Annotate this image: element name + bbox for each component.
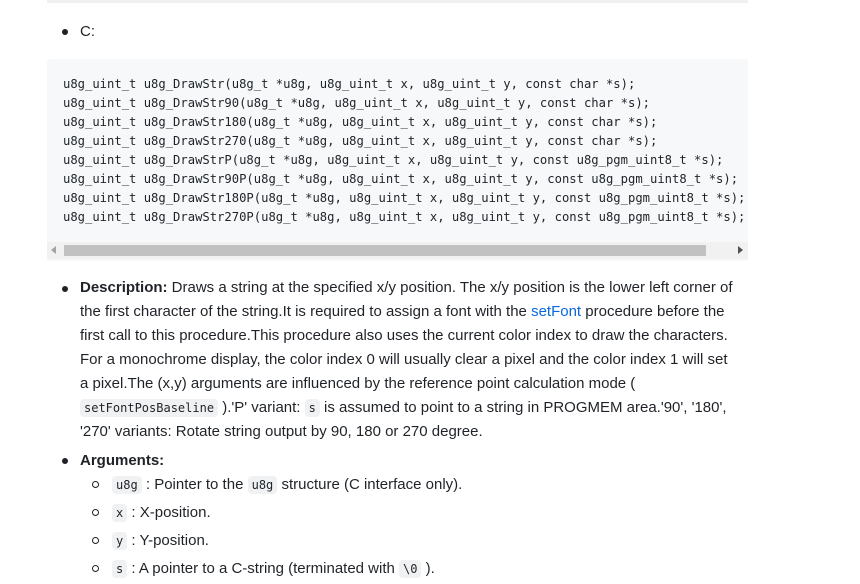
sub-bullet-circle [92,537,99,544]
inline-code: setFontPosBaseline [80,399,219,417]
bullet-dot [62,29,68,35]
arg-name-code: x [112,504,128,522]
scroll-right-arrow-icon[interactable] [738,246,743,254]
argument-item-u8g: u8g : Pointer to the u8g structure (C in… [112,474,462,496]
arg-name-code: u8g [112,476,142,494]
inline-code: s [304,399,320,417]
inline-code: u8g [247,476,278,494]
inline-code: \0 [399,560,422,578]
description-text: ).'P' variant: [218,399,305,416]
argument-item-x: x : X-position. [112,502,211,524]
arg-description: : A pointer to a C-string (terminated wi… [127,560,400,577]
section-divider [47,0,748,3]
arg-description: : Y-position. [127,532,209,549]
scroll-left-arrow-icon[interactable] [51,246,56,254]
arg-description: : Pointer to the [141,476,248,493]
sub-bullet-circle [92,509,99,516]
arg-description: structure (C interface only). [277,476,463,493]
description-label: Description: [80,279,168,296]
arg-description: ). [421,560,435,577]
code-line: u8g_uint_t u8g_DrawStr180P(u8g_t *u8g, u… [63,191,743,205]
scrollbar-thumb[interactable] [64,245,706,256]
code-line: u8g_uint_t u8g_DrawStr90P(u8g_t *u8g, u8… [63,172,739,186]
code-line: u8g_uint_t u8g_DrawStr(u8g_t *u8g, u8g_u… [63,77,636,91]
code-line: u8g_uint_t u8g_DrawStr270(u8g_t *u8g, u8… [63,134,658,148]
arg-description: : X-position. [127,504,211,521]
code-line: u8g_uint_t u8g_DrawStr180(u8g_t *u8g, u8… [63,115,658,129]
sub-bullet-circle [92,565,99,572]
bullet-dot [62,286,68,292]
setfont-link[interactable]: setFont [531,303,581,320]
arg-name-code: y [112,532,128,550]
arguments-label: Arguments: [80,452,165,469]
code-block: u8g_uint_t u8g_DrawStr(u8g_t *u8g, u8g_u… [47,59,748,261]
code-line: u8g_uint_t u8g_DrawStr270P(u8g_t *u8g, u… [63,210,743,224]
horizontal-scrollbar[interactable] [47,242,748,259]
code-line: u8g_uint_t u8g_DrawStrP(u8g_t *u8g, u8g_… [63,153,724,167]
arg-name-code: s [112,560,128,578]
description-paragraph: Description: Draws a string at the speci… [80,276,740,444]
code-content: u8g_uint_t u8g_DrawStr(u8g_t *u8g, u8g_u… [63,75,743,227]
argument-item-s: s : A pointer to a C-string (terminated … [112,558,435,580]
c-interface-label: C: [80,23,95,40]
argument-item-y: y : Y-position. [112,530,209,552]
code-line: u8g_uint_t u8g_DrawStr90(u8g_t *u8g, u8g… [63,96,650,110]
sub-bullet-circle [92,481,99,488]
bullet-dot [62,458,68,464]
